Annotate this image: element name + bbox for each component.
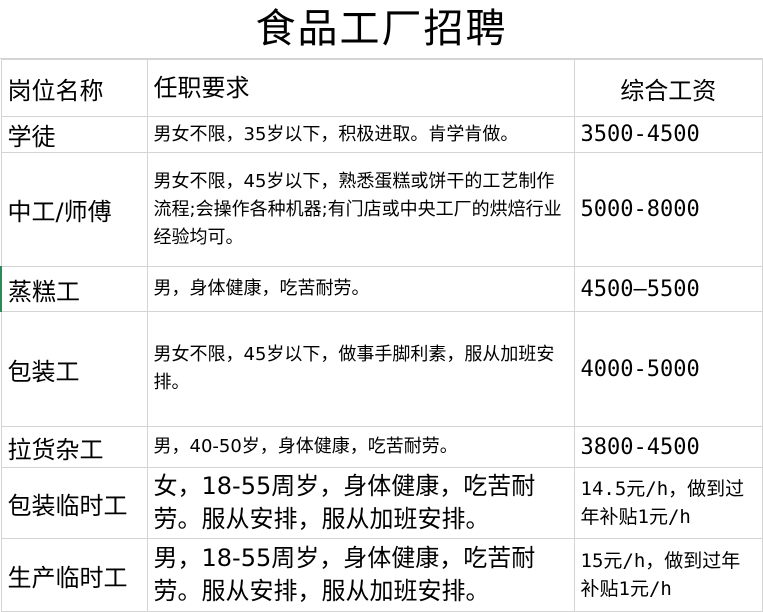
position-cell[interactable]: 学徒 — [0, 116, 148, 153]
requirements-cell[interactable]: 女，18-55周岁，身体健康，吃苦耐劳。服从安排，服从加班安排。 — [146, 467, 575, 539]
table-row: 生产临时工 男，18-55周岁，身体健康，吃苦耐劳。服从安排，服从加班安排。 1… — [0, 538, 763, 612]
requirements-cell[interactable]: 男，18-55周岁，身体健康，吃苦耐劳。服从安排，服从加班安排。 — [146, 538, 575, 612]
header-row: 岗位名称 任职要求 综合工资 — [0, 59, 763, 117]
header-position[interactable]: 岗位名称 — [0, 59, 148, 117]
table-row: 拉货杂工 男，40-50岁，身体健康，吃苦耐劳。 3800-4500 — [0, 426, 763, 468]
recruitment-table: 岗位名称 任职要求 综合工资 学徒 男女不限，35岁以下，积极进取。肯学肯做。 … — [0, 59, 763, 612]
requirements-cell[interactable]: 男女不限，35岁以下，积极进取。肯学肯做。 — [146, 116, 575, 153]
requirements-text: 男女不限，35岁以下，积极进取。肯学肯做。 — [153, 123, 519, 145]
header-salary[interactable]: 综合工资 — [573, 59, 763, 117]
requirements-cell[interactable]: 男女不限，45岁以下，做事手脚利素，服从加班安排。 — [146, 311, 575, 427]
salary-cell[interactable]: 4500—5500 — [573, 266, 763, 312]
salary-cell[interactable]: 3800-4500 — [573, 426, 763, 468]
requirements-cell[interactable]: 男女不限，45岁以下，熟悉蛋糕或饼干的工艺制作流程;会操作各种机器;有门店或中央… — [146, 152, 575, 267]
salary-cell[interactable]: 4000-5000 — [573, 311, 763, 427]
position-cell[interactable]: 拉货杂工 — [0, 426, 148, 468]
requirements-cell[interactable]: 男，40-50岁，身体健康，吃苦耐劳。 — [146, 426, 575, 468]
position-cell[interactable]: 蒸糕工 — [0, 266, 148, 312]
position-cell[interactable]: 中工/师傅 — [0, 152, 148, 267]
sheet-title: 食品工厂招聘 — [0, 0, 763, 59]
table-row: 包装工 男女不限，45岁以下，做事手脚利素，服从加班安排。 4000-5000 — [0, 311, 763, 427]
position-cell[interactable]: 包装临时工 — [0, 467, 148, 539]
table-row: 包装临时工 女，18-55周岁，身体健康，吃苦耐劳。服从安排，服从加班安排。 1… — [0, 467, 763, 539]
table-row: 学徒 男女不限，35岁以下，积极进取。肯学肯做。 3500-4500 — [0, 116, 763, 153]
table-row: 中工/师傅 男女不限，45岁以下，熟悉蛋糕或饼干的工艺制作流程;会操作各种机器;… — [0, 152, 763, 267]
salary-cell[interactable]: 3500-4500 — [573, 116, 763, 153]
recruitment-sheet: 食品工厂招聘 岗位名称 任职要求 综合工资 学徒 男女不限，35岁以下，积极进取… — [0, 0, 763, 612]
salary-cell[interactable]: 14.5元/h，做到过年补贴1元/h — [573, 467, 763, 539]
position-cell[interactable]: 包装工 — [0, 311, 148, 427]
table-row: 蒸糕工 男，身体健康，吃苦耐劳。 4500—5500 — [0, 266, 763, 312]
position-cell[interactable]: 生产临时工 — [0, 538, 148, 612]
header-requirements[interactable]: 任职要求 — [146, 59, 575, 117]
requirements-cell[interactable]: 男，身体健康，吃苦耐劳。 — [146, 266, 575, 312]
salary-cell[interactable]: 5000-8000 — [573, 152, 763, 267]
salary-cell[interactable]: 15元/h，做到过年补贴1元/h — [573, 538, 763, 612]
